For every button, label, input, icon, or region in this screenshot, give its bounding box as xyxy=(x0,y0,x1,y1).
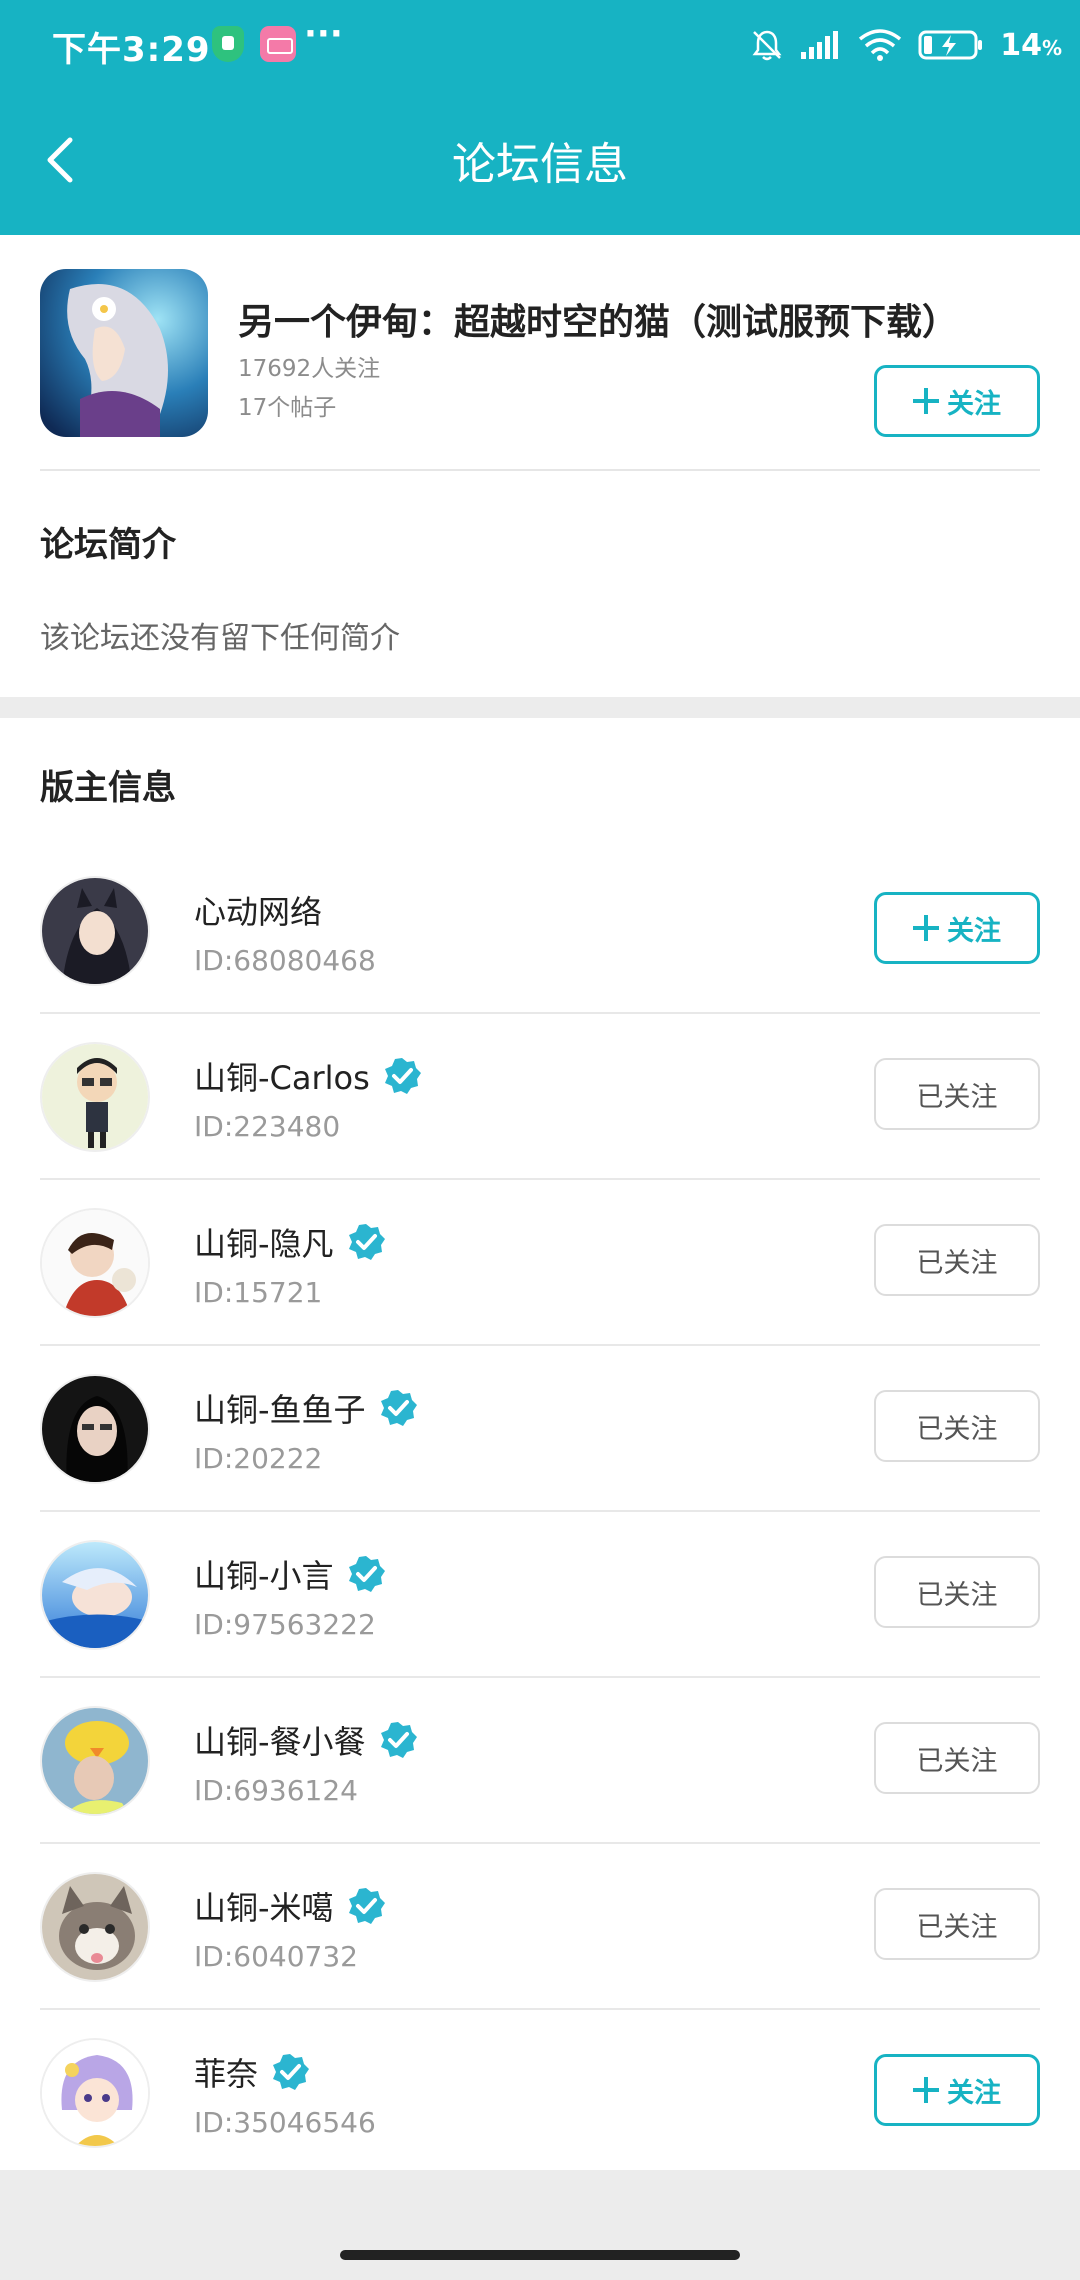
following-button[interactable]: 已关注 xyxy=(874,1058,1040,1130)
avatar[interactable] xyxy=(40,1374,150,1484)
avatar[interactable] xyxy=(40,1872,150,1982)
plus-icon xyxy=(913,388,939,414)
verified-badge-icon xyxy=(348,1556,385,1592)
avatar[interactable] xyxy=(40,1540,150,1650)
avatar[interactable] xyxy=(40,2038,150,2148)
moderator-name-line: 山铜-米噶 xyxy=(194,1884,386,1928)
verified-badge-icon xyxy=(380,1722,417,1758)
verified-badge-icon xyxy=(348,1888,385,1924)
security-shield-icon xyxy=(212,26,244,62)
moderator-name-line: 山铜-小言 xyxy=(194,1552,386,1596)
moderator-row[interactable]: 山铜-鱼鱼子 ID:20222 已关注 xyxy=(0,1346,1080,1512)
forum-name: 另一个伊甸：超越时空的猫（测试服预下载） xyxy=(238,302,959,343)
verified-badge-icon xyxy=(273,2054,310,2090)
moderator-id: ID:15721 xyxy=(194,1276,323,1309)
moderator-id: ID:68080468 xyxy=(194,944,376,977)
moderator-name-line: 山铜-隐凡 xyxy=(194,1220,386,1264)
home-indicator[interactable] xyxy=(340,2250,740,2260)
follow-label: 关注 xyxy=(947,2077,1001,2109)
moderator-name-line: 山铜-餐小餐 xyxy=(194,1718,418,1762)
moderator-name-line: 山铜-Carlos xyxy=(194,1054,422,1098)
verified-badge-icon xyxy=(380,1390,417,1426)
wifi-icon xyxy=(859,29,902,61)
following-button[interactable]: 已关注 xyxy=(874,1556,1040,1628)
plus-icon xyxy=(913,2077,939,2103)
moderator-id: ID:97563222 xyxy=(194,1608,376,1641)
page-title: 论坛信息 xyxy=(452,139,628,190)
moderator-name[interactable]: 菲奈 xyxy=(194,2049,258,2095)
forum-post-count: 17个帖子 xyxy=(238,395,337,421)
following-button[interactable]: 已关注 xyxy=(874,1888,1040,1960)
status-time: 下午3:29 xyxy=(52,30,211,70)
forum-follower-count: 17692人关注 xyxy=(238,356,381,382)
status-indicators: 14% xyxy=(750,22,1062,68)
status-bar: 下午3:29 ··· 14% xyxy=(0,0,1080,90)
moderator-row[interactable]: 山铜-米噶 ID:6040732 已关注 xyxy=(0,1844,1080,2010)
battery-level: 14% xyxy=(1000,28,1062,63)
moderator-name[interactable]: 山铜-米噶 xyxy=(194,1883,334,1929)
battery-percent: 14 xyxy=(1000,27,1042,63)
moderator-row[interactable]: 心动网络 ID:68080468 关注 xyxy=(0,848,1080,1014)
avatar[interactable] xyxy=(40,1706,150,1816)
plus-icon xyxy=(913,915,939,941)
moderator-id: ID:223480 xyxy=(194,1110,341,1143)
moderator-row[interactable]: 山铜-Carlos ID:223480 已关注 xyxy=(0,1014,1080,1180)
follow-button[interactable]: 关注 xyxy=(874,892,1040,964)
following-button[interactable]: 已关注 xyxy=(874,1224,1040,1296)
avatar[interactable] xyxy=(40,1042,150,1152)
signal-icon xyxy=(801,31,839,59)
moderator-id: ID:20222 xyxy=(194,1442,323,1475)
moderator-name-line: 山铜-鱼鱼子 xyxy=(194,1386,418,1430)
verified-badge-icon xyxy=(384,1058,421,1094)
follow-button[interactable]: 关注 xyxy=(874,2054,1040,2126)
verified-badge-icon xyxy=(348,1224,385,1260)
moderator-name-line: 心动网络 xyxy=(194,888,322,932)
moderator-name[interactable]: 山铜-小言 xyxy=(194,1551,334,1597)
moderator-name[interactable]: 山铜-鱼鱼子 xyxy=(194,1385,366,1431)
moderator-card: 版主信息 心动网络 ID:68080468 关注 山铜-Carlos ID:22… xyxy=(0,718,1080,2170)
follow-label: 关注 xyxy=(947,915,1001,947)
forum-follow-button[interactable]: 关注 xyxy=(874,365,1040,437)
moderator-section-title: 版主信息 xyxy=(40,768,176,808)
intro-title: 论坛简介 xyxy=(40,525,176,565)
forum-follow-label: 关注 xyxy=(947,388,1001,420)
moderator-name[interactable]: 山铜-隐凡 xyxy=(194,1219,334,1265)
intro-text: 该论坛还没有留下任何简介 xyxy=(40,621,400,656)
battery-unit: % xyxy=(1041,35,1062,60)
avatar[interactable] xyxy=(40,876,150,986)
app-notification-icon xyxy=(260,26,296,62)
following-button[interactable]: 已关注 xyxy=(874,1390,1040,1462)
moderator-row[interactable]: 山铜-餐小餐 ID:6936124 已关注 xyxy=(0,1678,1080,1844)
moderator-name[interactable]: 心动网络 xyxy=(194,887,322,933)
top-bar: 下午3:29 ··· 14% 论坛信息 xyxy=(0,0,1080,235)
moderator-id: ID:6936124 xyxy=(194,1774,358,1807)
moderator-row[interactable]: 菲奈 ID:35046546 关注 xyxy=(0,2010,1080,2176)
following-button[interactable]: 已关注 xyxy=(874,1722,1040,1794)
avatar[interactable] xyxy=(40,1208,150,1318)
moderator-row[interactable]: 山铜-隐凡 ID:15721 已关注 xyxy=(0,1180,1080,1346)
moderator-name[interactable]: 山铜-餐小餐 xyxy=(194,1717,366,1763)
moderator-name-line: 菲奈 xyxy=(194,2050,310,2094)
battery-charging-icon xyxy=(918,30,983,60)
moderator-name[interactable]: 山铜-Carlos xyxy=(194,1053,370,1099)
moderator-row[interactable]: 山铜-小言 ID:97563222 已关注 xyxy=(0,1512,1080,1678)
forum-game-icon xyxy=(40,269,208,437)
divider xyxy=(40,469,1040,471)
forum-info-card: 另一个伊甸：超越时空的猫（测试服预下载） 17692人关注 17个帖子 关注 论… xyxy=(0,235,1080,697)
silent-bell-icon xyxy=(752,30,782,61)
more-notifications-icon: ··· xyxy=(304,14,343,54)
moderator-id: ID:35046546 xyxy=(194,2106,376,2139)
moderator-id: ID:6040732 xyxy=(194,1940,358,1973)
